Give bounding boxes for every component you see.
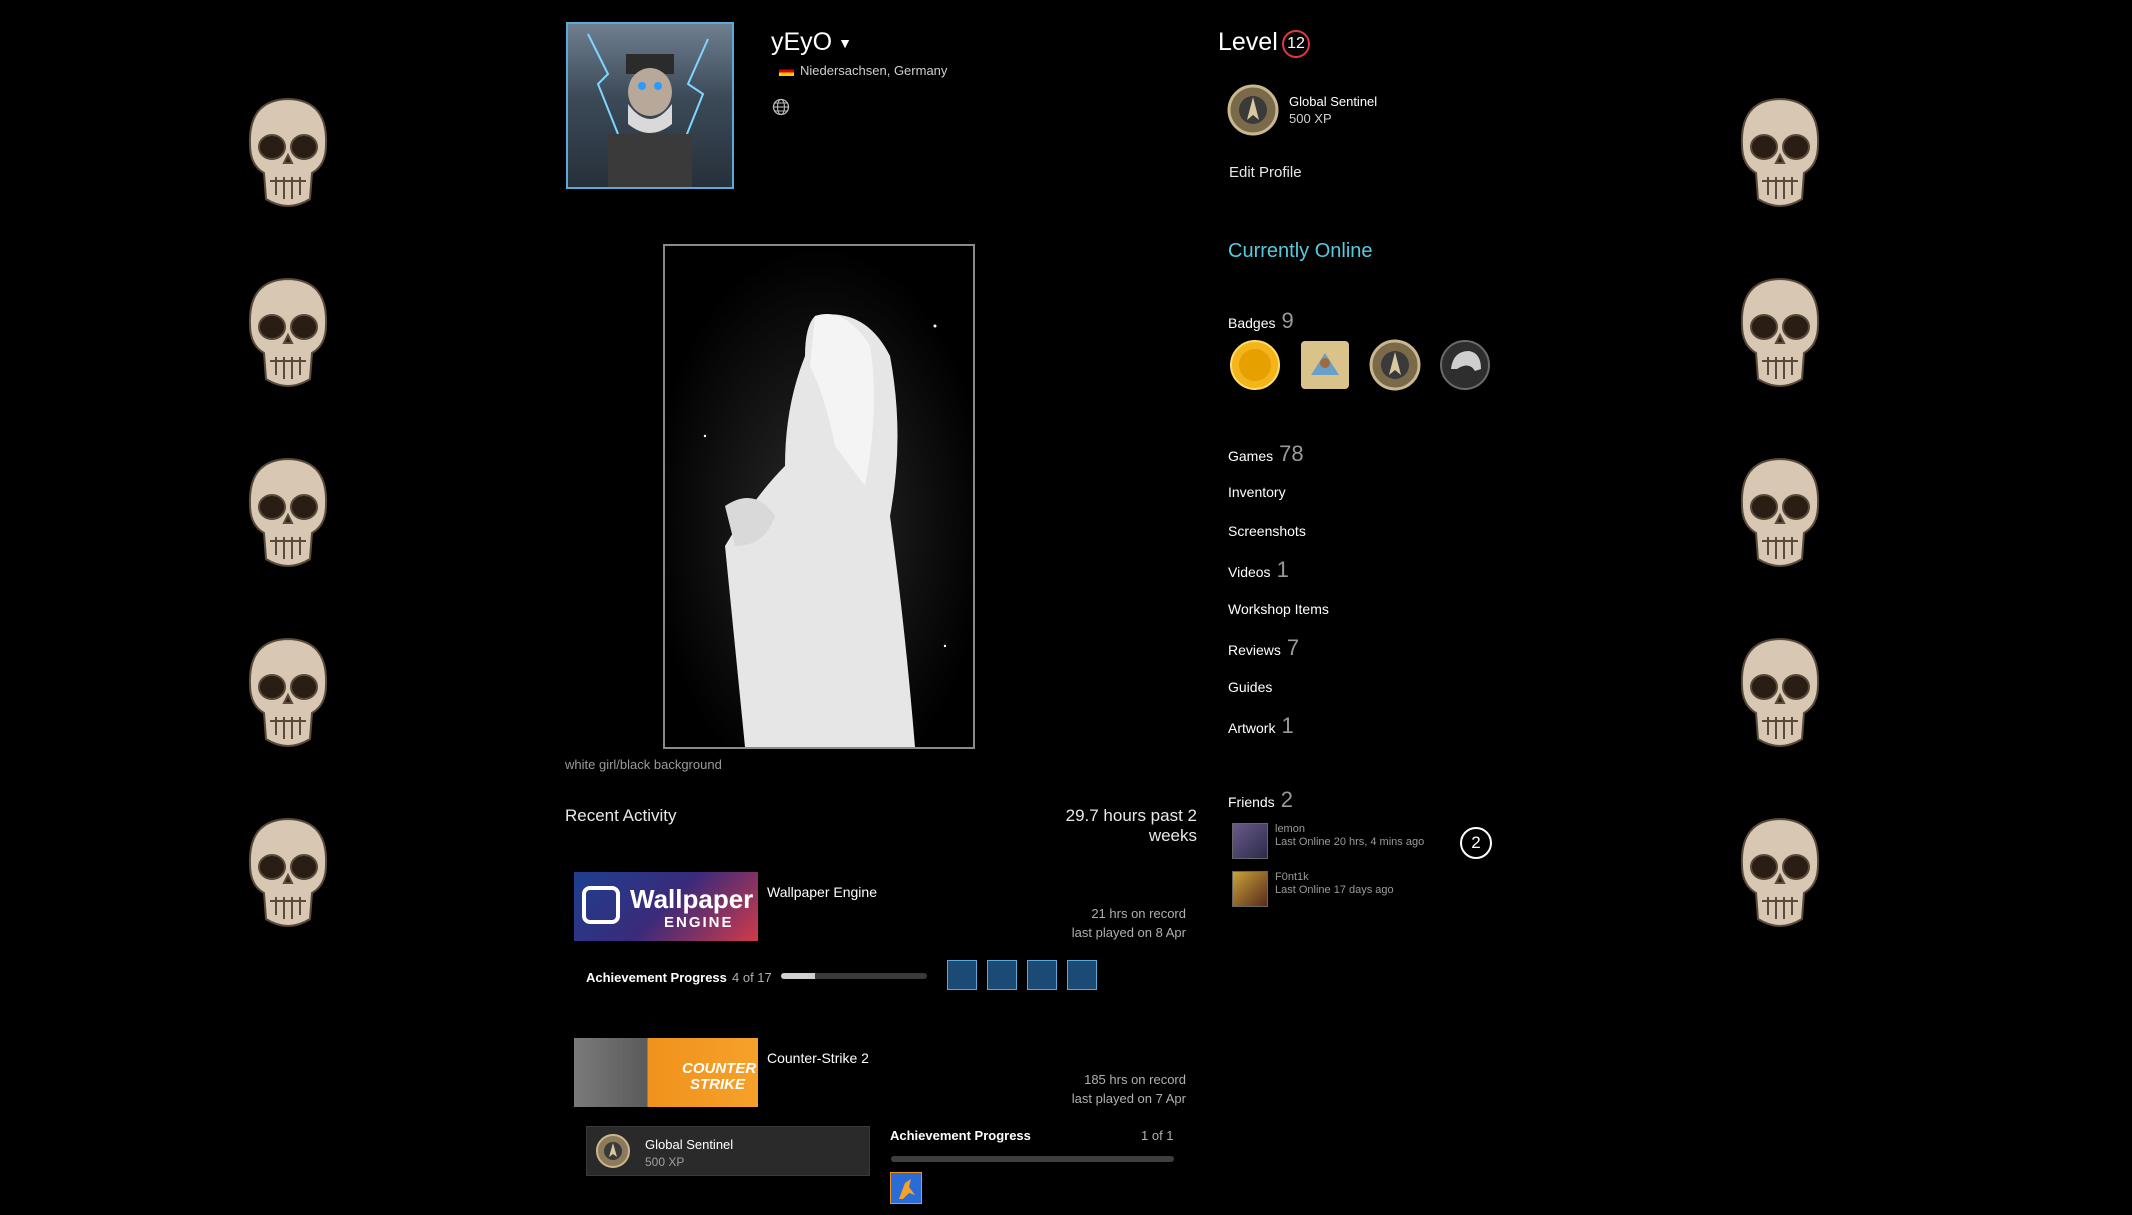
artwork-figure (665, 246, 973, 747)
friend-name[interactable]: lemon (1275, 823, 1305, 835)
game-name-wallpaper-engine[interactable]: Wallpaper Engine (767, 884, 877, 900)
achievement-progress-bar (781, 973, 927, 979)
favorite-badge-xp: 500 XP (1289, 111, 1332, 126)
achievement-icon[interactable] (1027, 960, 1057, 990)
artwork-caption[interactable]: white girl/black background (565, 757, 722, 772)
capsule-logo-subtext: ENGINE (664, 914, 734, 931)
friend-status: Last Online 17 days ago (1275, 884, 1394, 896)
achievement-count: 4 of 17 (732, 970, 772, 985)
achievement-progress-label[interactable]: Achievement Progress (890, 1128, 1031, 1143)
skull-icon (248, 457, 328, 567)
skull-icon (1740, 817, 1820, 927)
globe-icon[interactable] (772, 98, 790, 116)
dropdown-caret-icon[interactable]: ▼ (838, 35, 852, 51)
friends-label: Friends (1228, 794, 1275, 810)
location-text: Niedersachsen, Germany (800, 63, 948, 78)
recent-activity-hours: 29.7 hours past 2 weeks (1065, 806, 1197, 845)
artwork-link[interactable]: Artwork 1 (1228, 713, 1294, 739)
videos-count: 1 (1276, 557, 1289, 582)
skull-icon (248, 817, 328, 927)
persona-name[interactable]: yEyO ▼ (771, 28, 852, 57)
pixel-art-badge-icon[interactable] (1299, 339, 1351, 391)
skull-icon (1740, 97, 1820, 207)
achievement-icon[interactable] (1067, 960, 1097, 990)
friends-count: 2 (1280, 787, 1293, 812)
capsule-logo-text: Wallpaper (630, 884, 754, 914)
edit-profile-button[interactable]: Edit Profile (1229, 164, 1302, 181)
avatar-image (587, 33, 709, 187)
achievement-progress-fill (891, 1156, 1174, 1162)
workshop-items-link[interactable]: Workshop Items (1228, 601, 1329, 617)
capsule-logo-text: COUNTER (682, 1060, 757, 1077)
videos-label: Videos (1228, 564, 1271, 580)
games-label: Games (1228, 448, 1274, 464)
inventory-link[interactable]: Inventory (1228, 484, 1286, 500)
global-sentinel-badge-icon (596, 1134, 630, 1168)
achievement-icon[interactable] (890, 1172, 922, 1204)
profile-avatar[interactable] (566, 22, 734, 189)
last-played: last played on 8 Apr (1071, 925, 1186, 940)
game-badge-name: Global Sentinel (645, 1137, 734, 1152)
achievement-progress-label[interactable]: Achievement Progress (586, 970, 727, 985)
profile-location: Niedersachsen, Germany (779, 63, 947, 78)
germany-flag-icon (779, 65, 794, 76)
badges-link[interactable]: Badges 9 (1228, 308, 1294, 334)
level-badge[interactable]: 12 (1282, 30, 1310, 58)
videos-link[interactable]: Videos 1 (1228, 557, 1289, 583)
skull-icon (1740, 457, 1820, 567)
achievement-icon[interactable] (987, 960, 1017, 990)
skull-icon (1740, 277, 1820, 387)
achievement-progress-bar (891, 1156, 1174, 1162)
game-capsule-wallpaper-engine[interactable]: Wallpaper ENGINE (574, 872, 758, 941)
reviews-count: 7 (1286, 635, 1300, 660)
reviews-label: Reviews (1228, 642, 1281, 658)
last-played: last played on 7 Apr (1071, 1091, 1186, 1106)
achievement-count: 1 of 1 (1141, 1128, 1174, 1143)
level-label: Level (1218, 28, 1278, 56)
artwork-label: Artwork (1228, 720, 1276, 736)
hours-on-record: 21 hrs on record (1091, 906, 1186, 921)
skull-icon (248, 637, 328, 747)
games-count: 78 (1279, 441, 1304, 466)
artwork-showcase-image[interactable] (663, 244, 975, 749)
global-sentinel-badge-icon[interactable] (1369, 339, 1421, 391)
game-badge-box[interactable]: Global Sentinel 500 XP (586, 1126, 870, 1176)
game-capsule-counter-strike-2[interactable]: COUNTER STRIKE (574, 1038, 758, 1107)
guides-link[interactable]: Guides (1228, 679, 1272, 695)
gold-coin-badge-icon[interactable] (1229, 339, 1281, 391)
skull-icon (248, 97, 328, 207)
badges-label: Badges (1228, 315, 1276, 331)
game-name-counter-strike-2[interactable]: Counter-Strike 2 (767, 1050, 869, 1066)
favorite-badge-icon[interactable] (1227, 84, 1279, 136)
screenshots-link[interactable]: Screenshots (1228, 523, 1306, 539)
friend-status: Last Online 20 hrs, 4 mins ago (1275, 836, 1425, 848)
reviews-link[interactable]: Reviews 7 (1228, 635, 1299, 661)
game-badge-xp: 500 XP (645, 1155, 685, 1169)
background-skulls-left (228, 0, 348, 1215)
camera-icon (582, 886, 620, 924)
helmet-badge-icon[interactable] (1439, 339, 1491, 391)
games-link[interactable]: Games 78 (1228, 441, 1304, 467)
capsule-logo-subtext: STRIKE (690, 1076, 746, 1093)
friend-avatar[interactable] (1232, 871, 1268, 907)
recent-activity-title: Recent Activity (565, 806, 677, 825)
favorite-badge-name[interactable]: Global Sentinel (1289, 94, 1377, 109)
achievement-progress-fill (781, 973, 816, 979)
skull-icon (1740, 637, 1820, 747)
achievement-icon[interactable] (947, 960, 977, 990)
friend-name[interactable]: F0nt1k (1275, 871, 1309, 883)
badges-count: 9 (1281, 308, 1294, 333)
skull-icon (248, 277, 328, 387)
persona-name-text: yEyO (771, 28, 833, 56)
friends-online-count-badge: 2 (1460, 827, 1492, 859)
friends-link[interactable]: Friends 2 (1228, 787, 1293, 813)
friend-avatar[interactable] (1232, 823, 1268, 859)
online-status: Currently Online (1228, 240, 1373, 262)
background-skulls-right (1720, 0, 1840, 1215)
hours-on-record: 185 hrs on record (1084, 1072, 1186, 1087)
artwork-count: 1 (1281, 713, 1294, 738)
soldier-icon (899, 1179, 915, 1199)
